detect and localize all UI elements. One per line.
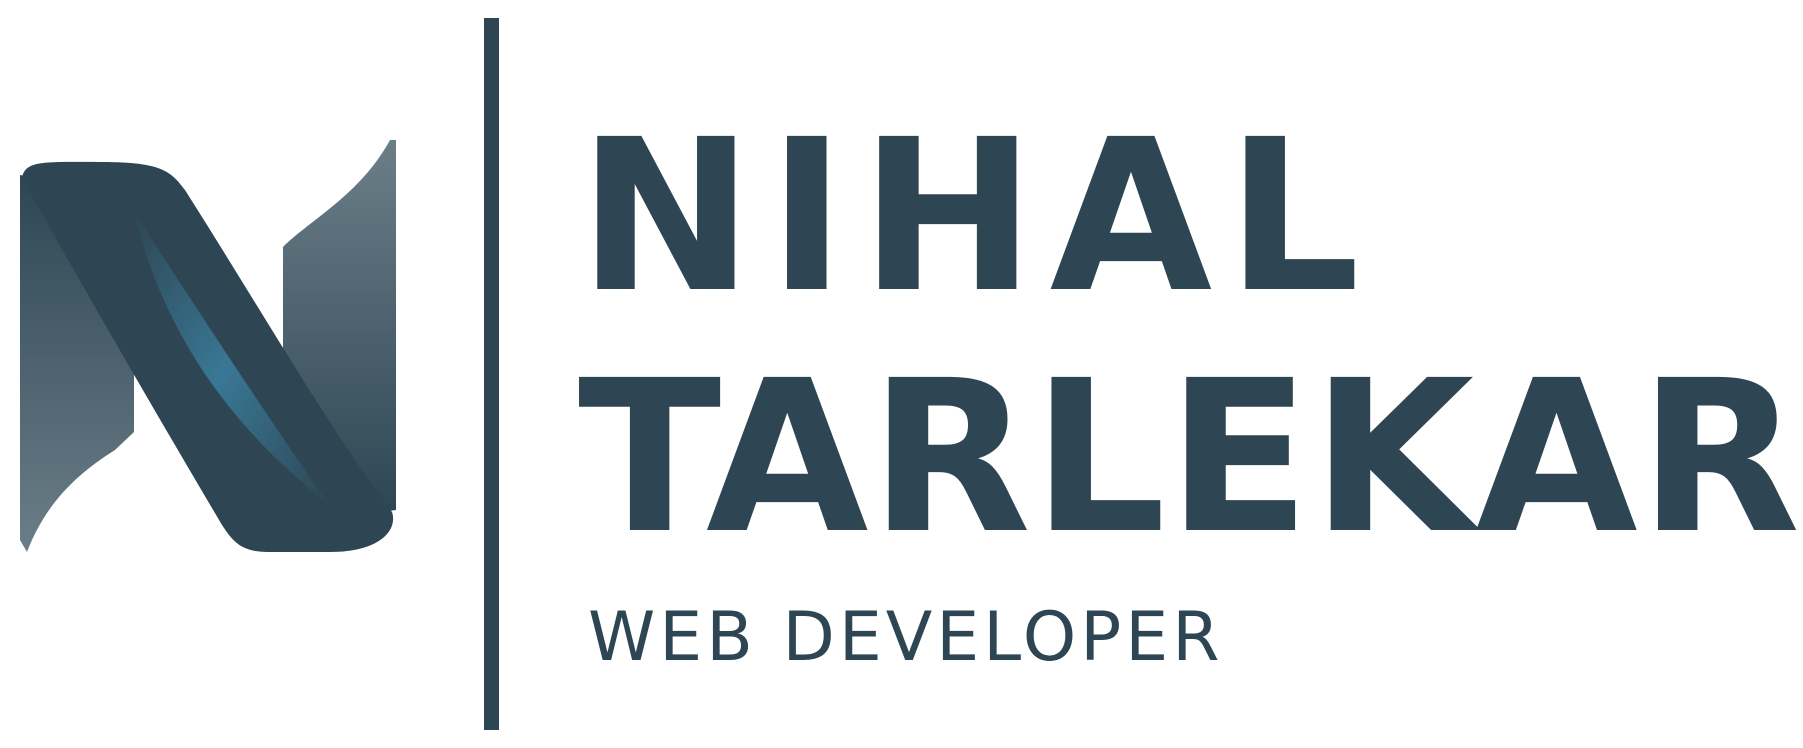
name-first: NIHAL	[578, 94, 1374, 339]
name-last: TARLEKAR	[578, 335, 1802, 580]
vertical-divider	[484, 18, 499, 730]
n-monogram-icon	[20, 140, 396, 552]
tagline: WEB DEVELOPER	[588, 598, 1224, 677]
